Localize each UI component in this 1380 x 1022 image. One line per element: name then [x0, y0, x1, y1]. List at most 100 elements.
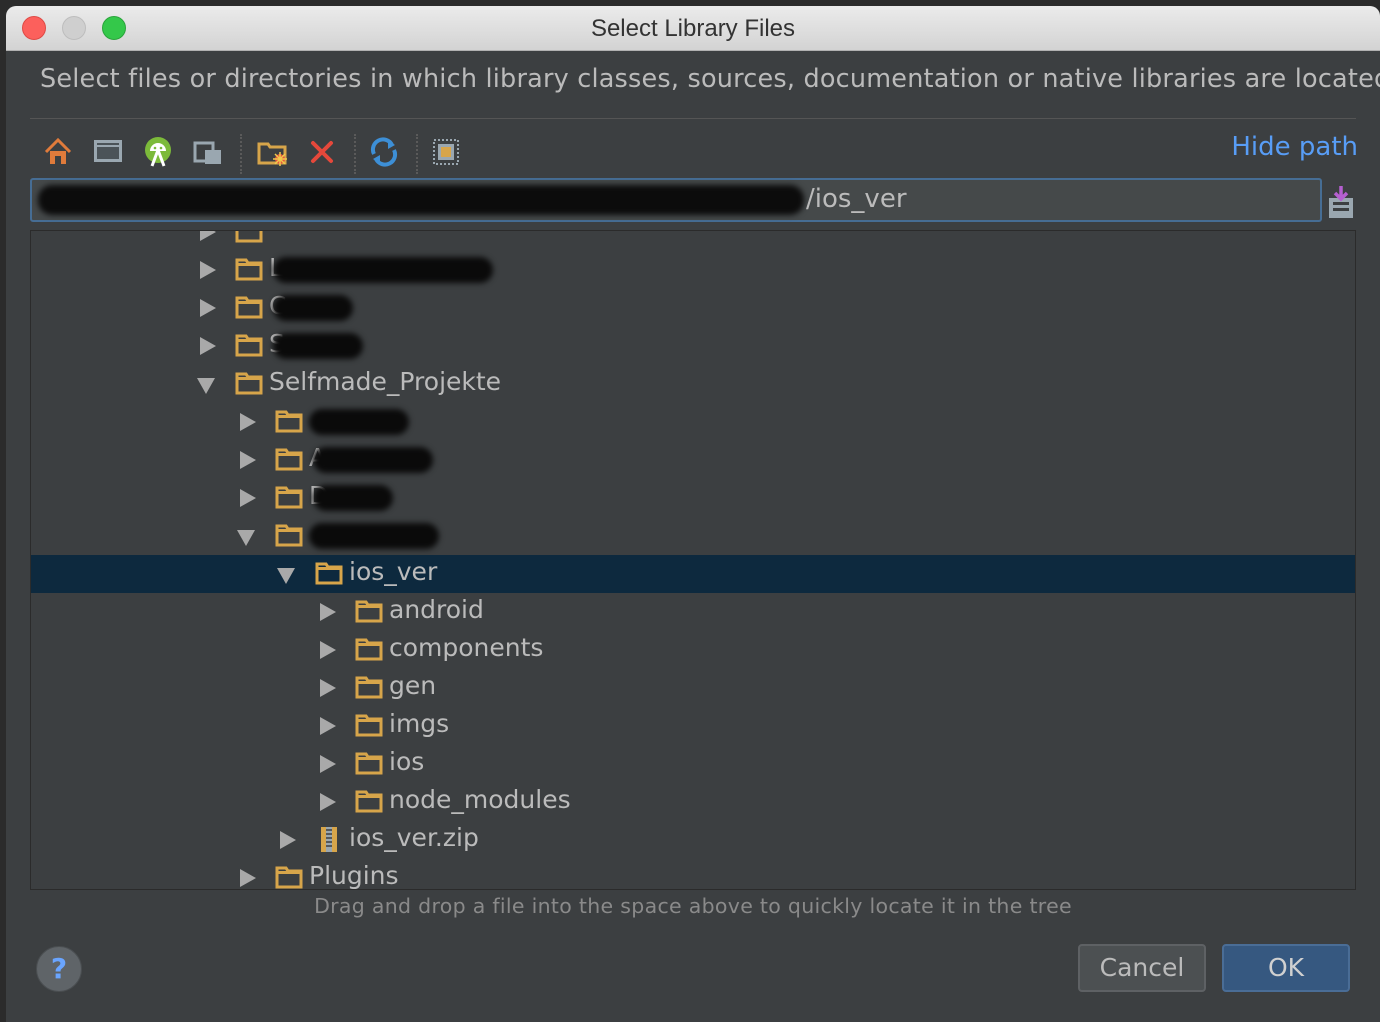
desktop-button[interactable] [86, 130, 130, 174]
tree-item-label: ios_ver.zip [349, 823, 479, 852]
tree-folder-row[interactable]: D [31, 479, 1355, 517]
tree-folder-row[interactable]: C [31, 289, 1355, 327]
folder-icon [235, 258, 263, 281]
expand-arrow-icon[interactable] [197, 298, 217, 318]
tree-folder-row[interactable]: ios [31, 745, 1355, 783]
show-hidden-button[interactable] [424, 130, 468, 174]
toolbar-separator [240, 134, 242, 174]
tree-folder-row[interactable]: imgs [31, 707, 1355, 745]
project-button[interactable] [186, 130, 230, 174]
home-button[interactable] [36, 130, 80, 174]
drag-drop-hint: Drag and drop a file into the space abov… [314, 894, 1072, 918]
collapse-arrow-icon[interactable] [277, 564, 297, 584]
download-icon [1329, 186, 1353, 218]
folder-icon [355, 752, 383, 775]
collapse-arrow-icon[interactable] [197, 374, 217, 394]
folder-icon [275, 486, 303, 509]
expand-arrow-icon[interactable] [237, 488, 257, 508]
archive-icon [321, 827, 337, 852]
file-tree[interactable]: ebooks LCSSelfmade_Projekte ADios_verandro… [30, 230, 1356, 890]
tree-folder-row[interactable] [31, 403, 1355, 441]
tree-folder-row[interactable]: S [31, 327, 1355, 365]
folder-icon [275, 410, 303, 433]
path-input[interactable]: /ios_ver [30, 178, 1322, 222]
tree-item-label: gen [389, 671, 437, 700]
expand-arrow-icon[interactable] [317, 792, 337, 812]
folder-icon [355, 638, 383, 661]
redaction-mark [309, 523, 439, 549]
tree-folder-row[interactable]: Plugins [31, 859, 1355, 890]
tree-folder-row[interactable]: A [31, 441, 1355, 479]
path-redaction [38, 185, 804, 215]
cancel-button[interactable]: Cancel [1078, 944, 1206, 992]
tree-item-label: Selfmade_Projekte [269, 367, 502, 396]
tree-folder-row[interactable]: node_modules [31, 783, 1355, 821]
android-button[interactable] [136, 130, 180, 174]
redaction-mark [273, 295, 353, 321]
collapse-arrow-icon[interactable] [237, 526, 257, 546]
expand-arrow-icon[interactable] [317, 640, 337, 660]
expand-arrow-icon[interactable] [317, 678, 337, 698]
new-folder-icon [257, 142, 287, 166]
title-bar: Select Library Files [6, 6, 1380, 51]
dialog-window: Select Library Files Select files or dir… [6, 6, 1380, 1022]
hide-path-link[interactable]: Hide path [1231, 132, 1358, 162]
tree-folder-row[interactable]: gen [31, 669, 1355, 707]
tree-item-label: ios [389, 747, 425, 776]
expand-arrow-icon[interactable] [197, 231, 217, 242]
expand-arrow-icon[interactable] [317, 602, 337, 622]
redaction-mark [313, 485, 393, 511]
folder-icon [355, 676, 383, 699]
divider [30, 118, 1356, 119]
tree-folder-row[interactable]: components [31, 631, 1355, 669]
delete-button[interactable] [300, 130, 344, 174]
help-button[interactable]: ? [36, 946, 82, 992]
home-icon [44, 137, 72, 164]
tree-item-label: Plugins [309, 861, 399, 890]
refresh-button[interactable] [362, 130, 406, 174]
desktop-icon [94, 140, 122, 162]
expand-arrow-icon[interactable] [317, 716, 337, 736]
folder-icon [235, 296, 263, 319]
folder-icon [235, 334, 263, 357]
dialog-description: Select files or directories in which lib… [40, 64, 1380, 94]
refresh-icon [370, 137, 398, 167]
window-title: Select Library Files [590, 15, 796, 42]
folder-icon [355, 714, 383, 737]
tree-archive-row[interactable]: ios_ver.zip [31, 821, 1355, 859]
project-icon [193, 141, 221, 164]
tree-item-label: ios_ver [349, 557, 438, 586]
tree-folder-row[interactable]: L [31, 251, 1355, 289]
expand-arrow-icon[interactable] [317, 754, 337, 774]
folder-icon [275, 866, 303, 889]
expand-arrow-icon[interactable] [237, 412, 257, 432]
tree-folder-row[interactable]: Selfmade_Projekte [31, 365, 1355, 403]
tree-folder-row[interactable]: ebooks [31, 231, 1355, 251]
path-history-button[interactable] [1326, 184, 1358, 220]
folder-icon [235, 231, 263, 243]
folder-icon [355, 600, 383, 623]
expand-arrow-icon[interactable] [197, 336, 217, 356]
new-folder-button[interactable] [250, 130, 294, 174]
tree-folder-row[interactable]: ios_ver [31, 555, 1355, 593]
tree-folder-row[interactable] [31, 517, 1355, 555]
tree-item-label: components [389, 633, 544, 662]
expand-arrow-icon[interactable] [237, 450, 257, 470]
redaction-mark [309, 409, 409, 435]
path-text: /ios_ver [806, 184, 907, 214]
toolbar-separator [416, 134, 418, 174]
redaction-mark [313, 447, 433, 473]
tree-item-label: imgs [389, 709, 450, 738]
folder-icon [355, 790, 383, 813]
folder-icon [235, 372, 263, 395]
delete-icon [311, 141, 333, 163]
folder-icon [275, 448, 303, 471]
expand-arrow-icon[interactable] [277, 830, 297, 850]
ok-button[interactable]: OK [1222, 944, 1350, 992]
expand-arrow-icon[interactable] [237, 868, 257, 888]
tree-item-label: android [389, 595, 484, 624]
expand-arrow-icon[interactable] [197, 260, 217, 280]
redaction-mark [273, 333, 363, 359]
show-hidden-icon [433, 139, 459, 165]
tree-folder-row[interactable]: android [31, 593, 1355, 631]
